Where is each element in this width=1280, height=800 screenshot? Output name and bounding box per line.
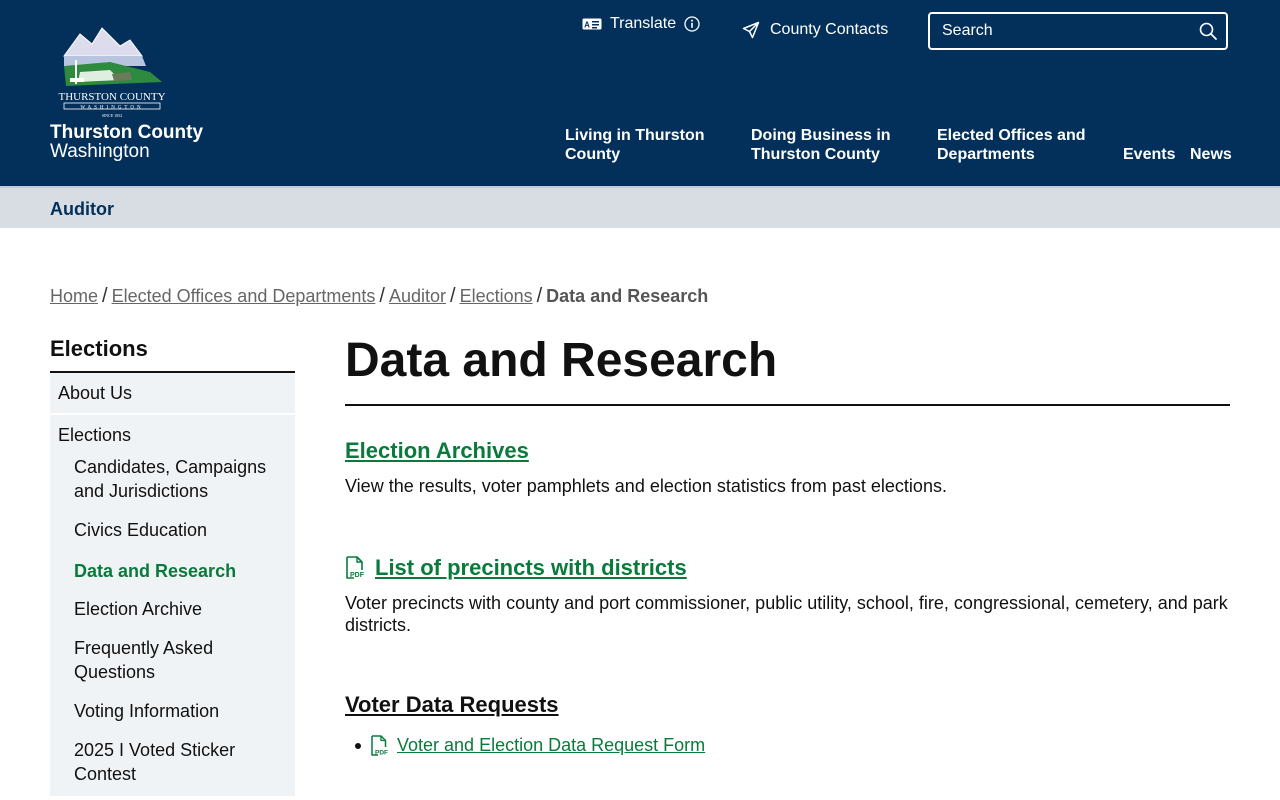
- nav-business[interactable]: Doing Business in Thurston County: [751, 126, 901, 164]
- nav-offices[interactable]: Elected Offices and Departments: [937, 126, 1097, 164]
- site-name[interactable]: Thurston County Washington: [50, 123, 203, 161]
- sidebar-item-candidates[interactable]: Candidates, Campaigns and Jurisdictions: [50, 455, 295, 503]
- breadcrumb-separator: /: [102, 285, 108, 307]
- main-content: Data and Research Election Archives View…: [345, 330, 1230, 757]
- svg-text:SINCE 1852: SINCE 1852: [102, 113, 123, 118]
- precincts-list-link[interactable]: List of precincts with districts: [375, 555, 687, 581]
- breadcrumb-separator: /: [379, 285, 385, 307]
- nav-news[interactable]: News: [1190, 145, 1232, 164]
- sidebar-item-elections[interactable]: Elections: [50, 415, 295, 457]
- data-request-form-link[interactable]: Voter and Election Data Request Form: [397, 735, 705, 756]
- breadcrumb-auditor[interactable]: Auditor: [389, 286, 446, 307]
- department-link[interactable]: Auditor: [50, 199, 114, 220]
- sidebar-item-sticker-contest[interactable]: 2025 I Voted Sticker Contest: [50, 738, 295, 786]
- nav-events[interactable]: Events: [1123, 145, 1175, 164]
- translate-icon: A: [582, 18, 602, 30]
- election-archives-link[interactable]: Election Archives: [345, 438, 529, 464]
- svg-text:PDF: PDF: [375, 750, 388, 757]
- sidebar-item-faq[interactable]: Frequently Asked Questions: [50, 636, 295, 682]
- precincts-description: Voter precincts with county and port com…: [345, 593, 1228, 635]
- county-contacts-label: County Contacts: [770, 21, 889, 38]
- search-icon: [1199, 22, 1217, 40]
- nav-living[interactable]: Living in Thurston County: [565, 126, 715, 164]
- pdf-icon: PDF: [371, 735, 388, 757]
- list-bullet: [355, 743, 361, 749]
- breadcrumb-elections[interactable]: Elections: [460, 286, 533, 307]
- svg-text:A: A: [584, 21, 590, 30]
- sidebar-title: Elections: [50, 336, 295, 373]
- breadcrumb-separator: /: [450, 285, 456, 307]
- department-bar: Auditor: [0, 186, 1280, 228]
- search-input[interactable]: [942, 20, 1192, 42]
- county-seal-icon: THURSTON COUNTY WASHINGTON SINCE 1852: [58, 27, 166, 118]
- svg-text:WASHINGTON: WASHINGTON: [80, 106, 143, 111]
- breadcrumb-offices[interactable]: Elected Offices and Departments: [112, 286, 376, 307]
- paper-plane-icon: [742, 21, 760, 39]
- sidebar-item-about-us[interactable]: About Us: [50, 373, 295, 415]
- translate-label: Translate: [610, 15, 677, 32]
- translate-button[interactable]: A Translate: [582, 15, 700, 33]
- breadcrumb-separator: /: [536, 285, 543, 307]
- sidebar-item-civics[interactable]: Civics Education: [50, 518, 295, 542]
- breadcrumb: Home / Elected Offices and Departments /…: [50, 285, 708, 308]
- breadcrumb-home[interactable]: Home: [50, 286, 98, 307]
- search-box: [928, 12, 1228, 50]
- svg-text:THURSTON COUNTY: THURSTON COUNTY: [58, 91, 165, 103]
- county-logo[interactable]: THURSTON COUNTY WASHINGTON SINCE 1852: [50, 26, 176, 120]
- site-header: THURSTON COUNTY WASHINGTON SINCE 1852 Th…: [0, 0, 1280, 186]
- voter-data-heading: Voter Data Requests: [345, 692, 559, 717]
- pdf-icon: PDF: [346, 556, 365, 579]
- search-button[interactable]: [1198, 21, 1218, 46]
- sidebar-item-voting-info[interactable]: Voting Information: [50, 699, 295, 723]
- sidebar-group-elections: Elections Candidates, Campaigns and Juri…: [50, 415, 295, 796]
- sidebar-item-data-research[interactable]: Data and Research: [50, 559, 295, 583]
- svg-text:PDF: PDF: [350, 572, 365, 579]
- site-name-line2: Washington: [50, 141, 150, 162]
- county-contacts-link[interactable]: County Contacts: [742, 21, 888, 39]
- info-icon: [684, 16, 700, 32]
- sidebar-item-election-archive[interactable]: Election Archive: [50, 597, 295, 621]
- election-archives-description: View the results, voter pamphlets and el…: [345, 476, 947, 496]
- sidebar-nav: Elections About Us Elections Candidates,…: [50, 336, 295, 796]
- breadcrumb-current: Data and Research: [546, 286, 709, 306]
- site-name-line1: Thurston County: [50, 122, 204, 143]
- page-title: Data and Research: [345, 330, 1230, 406]
